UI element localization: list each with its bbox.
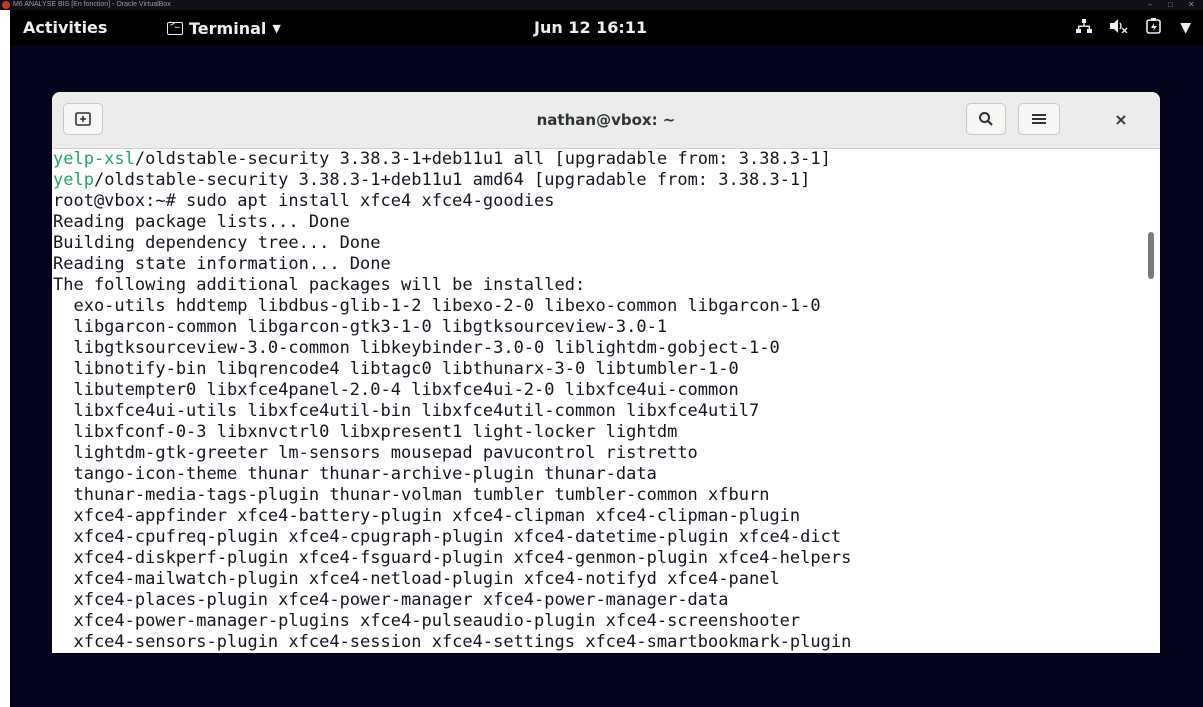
terminal-line: yelp-xsl/oldstable-security 3.38.3-1+deb… <box>53 149 851 170</box>
clock[interactable]: Jun 12 16:11 <box>534 10 647 46</box>
terminal-line: xfce4-sensors-plugin xfce4-session xfce4… <box>53 632 851 653</box>
terminal-line: xfce4-power-manager-plugins xfce4-pulsea… <box>53 611 851 632</box>
line-text: tango-icon-theme thunar thunar-archive-p… <box>53 464 657 484</box>
line-text: lightdm-gtk-greeter lm-sensors mousepad … <box>53 443 698 463</box>
new-tab-button[interactable] <box>63 103 103 135</box>
terminal-line: yelp/oldstable-security 3.38.3-1+deb11u1… <box>53 170 851 191</box>
line-text: xfce4-places-plugin xfce4-power-manager … <box>53 590 729 610</box>
terminal-line: xfce4-diskperf-plugin xfce4-fsguard-plug… <box>53 548 851 569</box>
line-text: thunar-media-tags-plugin thunar-volman t… <box>53 485 770 505</box>
line-text: libgarcon-common libgarcon-gtk3-1-0 libg… <box>53 317 668 337</box>
hamburger-menu-button[interactable] <box>1018 103 1060 135</box>
terminal-line: xfce4-mailwatch-plugin xfce4-netload-plu… <box>53 569 851 590</box>
battery-icon[interactable] <box>1146 18 1162 38</box>
gnome-top-bar: Activities Terminal ▼ Jun 12 16:11 ▼ <box>10 10 1203 46</box>
system-menu-icon[interactable]: ▼ <box>1180 20 1191 36</box>
line-text: /oldstable-security 3.38.3-1+deb11u1 all… <box>134 149 831 169</box>
host-close-button[interactable]: ✕ <box>1188 0 1195 10</box>
scrollbar-thumb[interactable] <box>1148 232 1154 279</box>
host-maximize-button[interactable]: □ <box>1168 0 1173 10</box>
line-text: /oldstable-security 3.38.3-1+deb11u1 amd… <box>93 170 811 190</box>
terminal-line: xfce4-appfinder xfce4-battery-plugin xfc… <box>53 506 851 527</box>
terminal-line: libgtksourceview-3.0-common libkeybinder… <box>53 338 851 359</box>
terminal-line: libnotify-bin libqrencode4 libtagc0 libt… <box>53 359 851 380</box>
network-icon[interactable] <box>1076 19 1093 37</box>
guest-screen: Activities Terminal ▼ Jun 12 16:11 ▼ nat… <box>10 10 1203 707</box>
line-text: xfce4-sensors-plugin xfce4-session xfce4… <box>53 632 852 652</box>
line-text: xfce4-appfinder xfce4-battery-plugin xfc… <box>53 506 801 526</box>
host-window-title: M6 ANALYSE BIS [En fonction] - Oracle Vi… <box>13 1 171 8</box>
line-text: libutempter0 libxfce4panel-2.0-4 libxfce… <box>53 380 739 400</box>
terminal-line: Building dependency tree... Done <box>53 233 851 254</box>
terminal-icon <box>167 19 183 35</box>
line-text: xfce4-power-manager-plugins xfce4-pulsea… <box>53 611 801 631</box>
terminal-line: libgarcon-common libgarcon-gtk3-1-0 libg… <box>53 317 851 338</box>
host-window-titlebar: M6 ANALYSE BIS [En fonction] - Oracle Vi… <box>0 0 1203 10</box>
line-text: xfce4-cpufreq-plugin xfce4-cpugraph-plug… <box>53 527 842 547</box>
volume-muted-icon[interactable] <box>1110 19 1128 37</box>
line-text: root@vbox:~# sudo apt install xfce4 xfce… <box>53 191 555 211</box>
system-tray[interactable]: ▼ <box>1076 10 1191 46</box>
host-minimize-button[interactable]: – <box>1148 0 1152 10</box>
app-menu-button[interactable]: Terminal ▼ <box>167 10 281 46</box>
terminal-line: The following additional packages will b… <box>53 275 851 296</box>
caret-down-icon: ▼ <box>272 21 281 35</box>
line-text: libxfconf-0-3 libxnvctrl0 libxpresent1 l… <box>53 422 678 442</box>
terminal-line: exo-utils hddtemp libdbus-glib-1-2 libex… <box>53 296 851 317</box>
line-text: The following additional packages will b… <box>53 275 586 295</box>
virtualbox-icon <box>2 1 10 9</box>
search-icon <box>979 112 993 126</box>
terminal-window: nathan@vbox: ~ × yelp-xsl/oldstable-secu… <box>52 92 1160 653</box>
terminal-line: Reading package lists... Done <box>53 212 851 233</box>
line-text: Reading state information... Done <box>53 254 391 274</box>
line-text: Reading package lists... Done <box>53 212 350 232</box>
terminal-line: thunar-media-tags-plugin thunar-volman t… <box>53 485 851 506</box>
terminal-line: Reading state information... Done <box>53 254 851 275</box>
line-text: libgtksourceview-3.0-common libkeybinder… <box>53 338 780 358</box>
package-name: yelp-xsl <box>53 149 135 169</box>
line-text: exo-utils hddtemp libdbus-glib-1-2 libex… <box>53 296 821 316</box>
line-text: xfce4-mailwatch-plugin xfce4-netload-plu… <box>53 569 780 589</box>
line-text: libnotify-bin libqrencode4 libtagc0 libt… <box>53 359 739 379</box>
terminal-line: xfce4-cpufreq-plugin xfce4-cpugraph-plug… <box>53 527 851 548</box>
app-menu-label: Terminal <box>189 18 267 38</box>
terminal-output-area[interactable]: yelp-xsl/oldstable-security 3.38.3-1+deb… <box>52 149 1160 653</box>
terminal-line: libxfconf-0-3 libxnvctrl0 libxpresent1 l… <box>53 422 851 443</box>
activities-button[interactable]: Activities <box>23 10 107 46</box>
package-name: yelp <box>53 170 94 190</box>
window-headerbar[interactable]: nathan@vbox: ~ × <box>52 92 1160 149</box>
search-button[interactable] <box>966 103 1006 135</box>
terminal-line: root@vbox:~# sudo apt install xfce4 xfce… <box>53 191 851 212</box>
terminal-output: yelp-xsl/oldstable-security 3.38.3-1+deb… <box>53 149 851 653</box>
close-icon: × <box>1114 109 1128 129</box>
line-text: Building dependency tree... Done <box>53 233 381 253</box>
terminal-line: lightdm-gtk-greeter lm-sensors mousepad … <box>53 443 851 464</box>
terminal-line: xfce4-places-plugin xfce4-power-manager … <box>53 590 851 611</box>
new-tab-icon <box>75 112 91 126</box>
close-button[interactable]: × <box>1101 103 1141 135</box>
terminal-line: libxfce4ui-utils libxfce4util-bin libxfc… <box>53 401 851 422</box>
line-text: xfce4-diskperf-plugin xfce4-fsguard-plug… <box>53 548 852 568</box>
terminal-line: tango-icon-theme thunar thunar-archive-p… <box>53 464 851 485</box>
hamburger-menu-icon <box>1032 114 1046 124</box>
terminal-line: libutempter0 libxfce4panel-2.0-4 libxfce… <box>53 380 851 401</box>
line-text: libxfce4ui-utils libxfce4util-bin libxfc… <box>53 401 760 421</box>
